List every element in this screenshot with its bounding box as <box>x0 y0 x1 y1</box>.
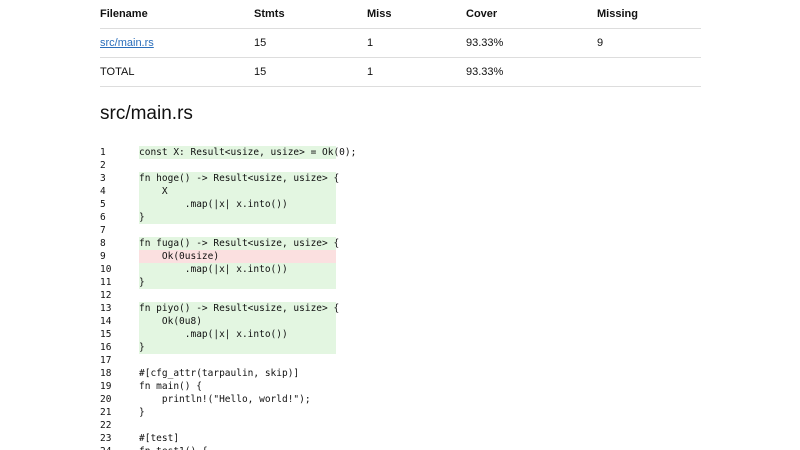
code-line: 6} <box>100 211 701 224</box>
line-number: 3 <box>100 173 106 184</box>
code-text-covered: fn hoge() -> Result<usize, usize> { <box>139 172 340 185</box>
code-text-covered: .map(|x| x.into()) <box>139 328 336 341</box>
code-line: 19 fn main() { <box>100 380 701 393</box>
code-text: } <box>139 407 145 418</box>
header-stmts: Stmts <box>254 0 367 29</box>
line-number: 23 <box>100 433 112 444</box>
line-number: 24 <box>100 445 130 450</box>
code-line: 7 <box>100 224 701 237</box>
code-text: #[test] <box>139 433 180 444</box>
code-line: 3 fn hoge() -> Result<usize, usize> { <box>100 172 701 185</box>
code-line: 9 Ok(0usize) <box>100 250 701 263</box>
header-miss: Miss <box>367 0 466 29</box>
code-text: fn test1() { <box>139 445 214 450</box>
line-number: 17 <box>100 355 112 366</box>
code-text-uncovered: Ok(0usize) <box>139 250 336 263</box>
table-row-total: TOTAL 15 1 93.33% <box>100 57 701 87</box>
cell-filename: src/main.rs <box>100 28 254 58</box>
cell-missing: 9 <box>597 28 701 58</box>
code-line: 1 const X: Result<usize, usize> = Ok(0); <box>100 146 701 159</box>
header-missing: Missing <box>597 0 701 29</box>
code-line: 15 .map(|x| x.into()) <box>100 328 701 341</box>
code-text: println!("Hello, world!"); <box>139 394 311 405</box>
header-cover: Cover <box>466 0 597 29</box>
line-number: 11 <box>100 277 112 288</box>
code-line: 16} <box>100 341 701 354</box>
cell-stmts: 15 <box>254 57 367 87</box>
line-number: 9 <box>100 251 106 262</box>
line-number: 1 <box>100 147 106 158</box>
line-number: 20 <box>100 394 112 405</box>
source-code-listing: 1 const X: Result<usize, usize> = Ok(0); 2… <box>100 146 701 450</box>
code-line: 21} <box>100 406 701 419</box>
line-number: 18 <box>100 368 112 379</box>
coverage-summary-table: Filename Stmts Miss Cover Missing src/ma… <box>100 0 701 87</box>
code-line: 2 <box>100 159 701 172</box>
code-text-covered: fn fuga() -> Result<usize, usize> { <box>139 237 340 250</box>
line-number: 6 <box>100 212 106 223</box>
line-number: 16 <box>100 342 112 353</box>
code-line: 10 .map(|x| x.into()) <box>100 263 701 276</box>
code-line: 11} <box>100 276 701 289</box>
code-line: 22 <box>100 419 701 432</box>
cell-miss: 1 <box>367 28 466 58</box>
code-text-covered: .map(|x| x.into()) <box>139 198 336 211</box>
code-line: 13 fn piyo() -> Result<usize, usize> { <box>100 302 701 315</box>
code-text: fn main() { <box>139 381 202 392</box>
cell-cover: 93.33% <box>466 57 597 87</box>
line-number: 8 <box>100 238 106 249</box>
code-text-covered: fn piyo() -> Result<usize, usize> { <box>139 302 340 315</box>
code-line: 24 fn test1() { <box>100 445 701 450</box>
code-line: 23 #[test] <box>100 432 701 445</box>
line-number: 22 <box>100 420 112 431</box>
file-title: src/main.rs <box>100 103 193 124</box>
line-number: 12 <box>100 290 112 301</box>
code-text-covered: } <box>139 341 336 354</box>
code-text-covered: Ok(0u8) <box>139 315 336 328</box>
cell-stmts: 15 <box>254 28 367 58</box>
code-text: #[cfg_attr(tarpaulin, skip)] <box>139 368 300 379</box>
line-number: 5 <box>100 199 106 210</box>
line-number: 2 <box>100 160 106 171</box>
header-filename: Filename <box>100 0 254 29</box>
code-line: 5 .map(|x| x.into()) <box>100 198 701 211</box>
line-number: 4 <box>100 186 106 197</box>
cell-miss: 1 <box>367 57 466 87</box>
code-line: 17 <box>100 354 701 367</box>
code-text-covered: .map(|x| x.into()) <box>139 263 336 276</box>
code-text-covered: } <box>139 211 336 224</box>
coverage-report: Filename Stmts Miss Cover Missing src/ma… <box>100 0 701 450</box>
cell-missing <box>597 57 701 87</box>
code-line: 4 X <box>100 185 701 198</box>
line-number: 14 <box>100 316 112 327</box>
cell-cover: 93.33% <box>466 28 597 58</box>
table-header-row: Filename Stmts Miss Cover Missing <box>100 0 701 29</box>
line-number: 19 <box>100 381 112 392</box>
line-number: 21 <box>100 407 112 418</box>
cell-filename: TOTAL <box>100 57 254 87</box>
line-number: 7 <box>100 225 106 236</box>
code-line: 8 fn fuga() -> Result<usize, usize> { <box>100 237 701 250</box>
code-text-covered: } <box>139 276 336 289</box>
line-number: 10 <box>100 264 112 275</box>
line-number: 13 <box>100 303 112 314</box>
file-link-src-main[interactable]: src/main.rs <box>100 37 154 49</box>
code-line: 14 Ok(0u8) <box>100 315 701 328</box>
code-line: 18 #[cfg_attr(tarpaulin, skip)] <box>100 367 701 380</box>
code-line: 12 <box>100 289 701 302</box>
code-line: 20 println!("Hello, world!"); <box>100 393 701 406</box>
code-text-covered: X <box>139 185 336 198</box>
line-number: 15 <box>100 329 112 340</box>
code-text-covered: const X: Result<usize, usize> = Ok(0); <box>139 146 357 159</box>
table-row: src/main.rs 15 1 93.33% 9 <box>100 28 701 58</box>
